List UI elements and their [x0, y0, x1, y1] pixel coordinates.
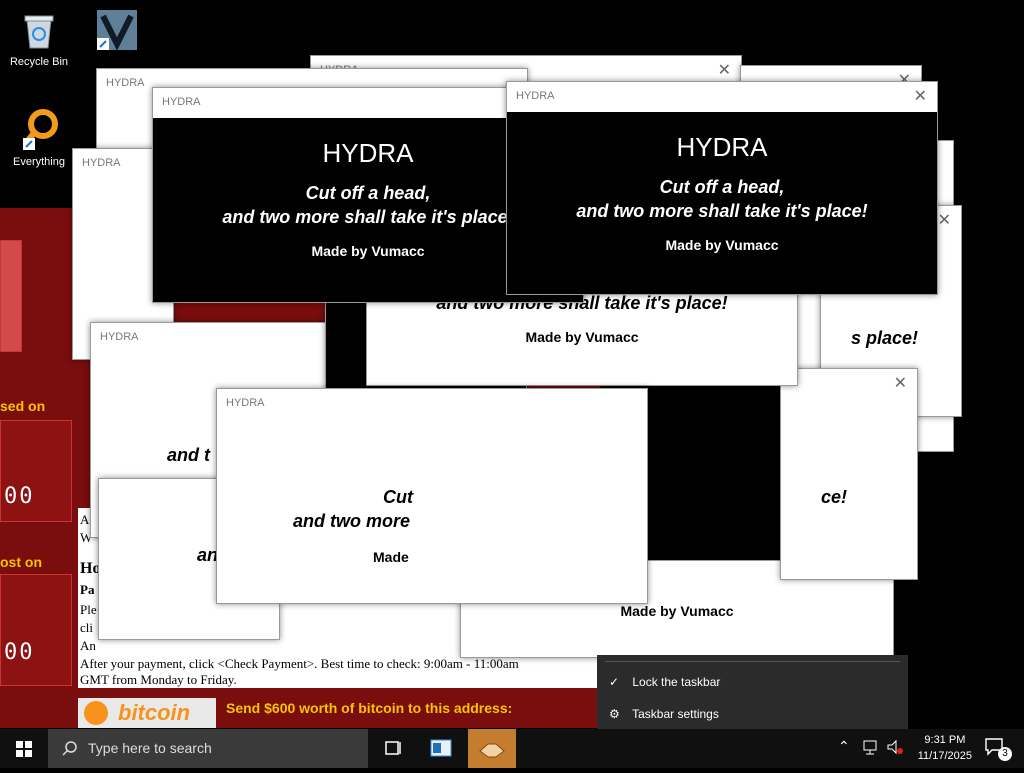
taskbar-search-box[interactable]: Type here to search	[48, 729, 368, 768]
app-window-icon	[430, 739, 452, 757]
recycle-bin-icon	[17, 8, 61, 52]
taskbar-context-menu: ✓ Lock the taskbar ⚙ Taskbar settings	[597, 655, 908, 739]
everything-label: Everything	[13, 156, 65, 168]
video-app-icon	[95, 8, 139, 52]
instr-line: GMT from Monday to Friday.	[80, 672, 237, 687]
popup-credit: Made by Vumacc	[665, 237, 779, 253]
raised-on-label: sed on	[0, 398, 46, 414]
close-icon[interactable]: ✕	[718, 60, 731, 79]
search-placeholder: Type here to search	[88, 740, 212, 756]
everything-shortcut[interactable]: Everything	[4, 108, 74, 168]
recycle-bin-shortcut[interactable]: Recycle Bin	[4, 8, 74, 68]
window-title: HYDRA	[516, 90, 555, 102]
everything-search-icon	[17, 108, 61, 152]
close-icon[interactable]: ✕	[914, 86, 927, 105]
taskbar-app-handshake[interactable]	[468, 729, 516, 768]
popup-credit: Made by Vumacc	[525, 329, 639, 345]
window-title: HYDRA	[100, 331, 139, 343]
menu-separator	[605, 661, 900, 662]
chevron-up-icon: ⌃	[838, 738, 850, 754]
show-hidden-icons-button[interactable]: ⌃	[838, 738, 850, 755]
popup-tagline-1: Cut off a head,	[659, 177, 785, 197]
hydra-popup[interactable]: HYDRA Cut and two more Made	[216, 388, 648, 604]
task-view-button[interactable]	[370, 729, 416, 768]
clock-date: 11/17/2025	[917, 750, 972, 762]
action-center-button[interactable]: 3	[982, 735, 1012, 763]
fragment-text: and two more	[293, 511, 411, 531]
taskbar: Type here to search ⌃ 9:31 PM 11/17/2025…	[0, 729, 1024, 768]
menu-item-label: Lock the taskbar	[632, 675, 721, 689]
lock-image-panel	[0, 240, 22, 352]
popup-tagline-2: and two more shall take it's place!	[576, 201, 868, 221]
start-button[interactable]	[0, 729, 48, 768]
volume-muted-icon[interactable]	[886, 738, 904, 756]
close-icon[interactable]: ✕	[894, 373, 907, 392]
menu-item-label: Taskbar settings	[632, 707, 719, 721]
close-icon[interactable]: ✕	[938, 210, 951, 229]
video-app-shortcut[interactable]	[82, 8, 152, 56]
instr-line: A	[80, 512, 90, 527]
recycle-bin-label: Recycle Bin	[9, 56, 69, 68]
task-view-icon	[385, 741, 401, 755]
fragment-text: Made by Vumacc	[620, 603, 734, 619]
hydra-popup[interactable]: HYDRA ✕ HYDRA Cut off a head, and two mor…	[506, 81, 938, 295]
bitcoin-label: bitcoin	[118, 700, 191, 725]
windows-logo-icon	[16, 741, 32, 757]
instr-line: Pa	[80, 582, 95, 597]
taskbar-clock[interactable]: 9:31 PM 11/17/2025	[918, 732, 972, 764]
menu-item-taskbar-settings[interactable]: ⚙ Taskbar settings	[609, 703, 719, 725]
timer-digits-1: 00	[4, 484, 35, 509]
send-bitcoin-text: Send $600 worth of bitcoin to this addre…	[226, 700, 513, 716]
window-title: HYDRA	[106, 77, 145, 89]
fragment-text: ce!	[821, 487, 848, 507]
taskbar-app-window[interactable]	[418, 729, 464, 768]
handshake-icon	[479, 743, 505, 758]
instr-line: An	[80, 638, 96, 653]
menu-item-lock-taskbar[interactable]: ✓ Lock the taskbar	[609, 671, 720, 693]
checkmark-icon: ✓	[609, 675, 620, 689]
instr-line: After your payment, click <Check Payment…	[80, 656, 519, 671]
hydra-popup[interactable]: ✕ ce!	[780, 368, 918, 580]
bitcoin-coin-icon	[84, 701, 108, 725]
gear-icon: ⚙	[609, 707, 620, 721]
search-icon	[62, 741, 77, 756]
fragment-text: Cut	[383, 487, 413, 507]
fragment-text: Made	[373, 549, 409, 565]
window-title: HYDRA	[82, 157, 121, 169]
lost-on-label: ost on	[0, 554, 42, 570]
fragment-text: s place!	[851, 328, 919, 348]
instr-line: cli	[80, 620, 93, 635]
network-icon[interactable]	[862, 738, 880, 756]
popup-heading: HYDRA	[676, 132, 768, 162]
instr-line: Ple	[80, 602, 97, 617]
bitcoin-logo: bitcoin	[78, 698, 216, 728]
window-title: HYDRA	[162, 96, 201, 108]
window-title: HYDRA	[226, 397, 265, 409]
clock-time: 9:31 PM	[924, 734, 966, 746]
notification-badge: 3	[998, 747, 1012, 761]
timer-box-2	[0, 574, 72, 686]
timer-digits-2: 00	[4, 640, 35, 665]
